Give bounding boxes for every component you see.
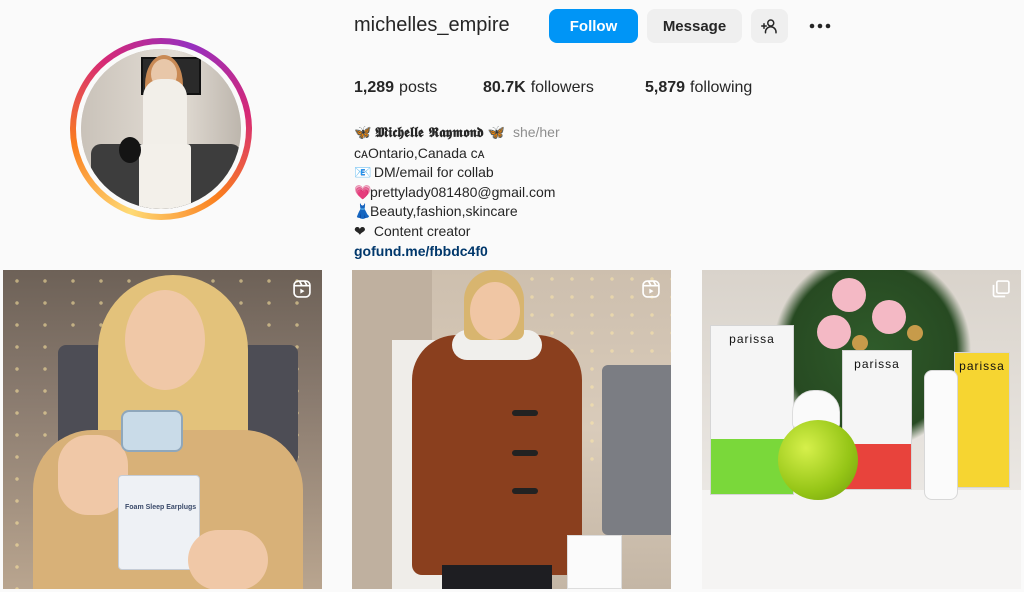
coat — [412, 335, 582, 575]
red-heart-icon: ❤ — [354, 222, 366, 239]
brand-logo: parissa — [959, 359, 1005, 373]
following-stat[interactable]: 5,879 following — [645, 79, 752, 97]
ornament — [852, 335, 868, 351]
add-user-icon — [760, 19, 777, 34]
options-button[interactable] — [800, 9, 840, 43]
following-label: following — [690, 79, 753, 96]
face — [470, 282, 520, 340]
profile-avatar-ring[interactable] — [70, 38, 252, 220]
posts-label: posts — [399, 79, 438, 96]
reel-icon — [293, 280, 311, 298]
earplug-case — [121, 410, 183, 452]
bio-name-row: 🦋 𝕸𝖎𝖈𝖍𝖊𝖑𝖑𝖊 𝕽𝖆𝖞𝖒𝖔𝖓𝖉 🦋 she/her — [354, 123, 560, 144]
pants — [442, 565, 552, 589]
flower — [817, 315, 851, 349]
flower — [832, 278, 866, 312]
avatar-top — [143, 79, 187, 149]
bio-link[interactable]: gofund.me/fbbdc4f0 — [354, 242, 560, 262]
nightstand — [567, 535, 622, 589]
heart-icon: 💗 — [354, 183, 372, 200]
post-tile-2[interactable] — [352, 270, 671, 589]
butterfly-icon: 🦋 — [354, 124, 372, 140]
avatar-skirt — [139, 144, 191, 209]
bio-line-categories: 👗Beauty,fashion,skincare — [354, 202, 560, 222]
roll-on-ball — [778, 420, 858, 500]
followers-count: 80.7K — [483, 79, 526, 96]
product-box: parissa — [954, 352, 1010, 488]
followers-stat[interactable]: 80.7K followers — [483, 79, 594, 97]
table — [702, 490, 1021, 589]
carousel-icon — [992, 280, 1010, 298]
flower — [872, 300, 906, 334]
spray-bottle — [924, 370, 958, 500]
pronouns: she/her — [512, 124, 560, 140]
hand — [188, 530, 268, 589]
brand-logo: parissa — [729, 332, 775, 346]
avatar-border — [76, 44, 246, 214]
coat-toggle — [512, 450, 538, 456]
coat-toggle — [512, 410, 538, 416]
suggested-users-button[interactable] — [751, 9, 788, 43]
username: michelles_empire — [354, 14, 510, 36]
avatar[interactable] — [81, 49, 241, 209]
bio-line-email: 💗prettylady081480@gmail.com — [354, 183, 560, 203]
bio-creator-text: Content creator — [373, 222, 471, 239]
butterfly-icon: 🦋 — [487, 124, 506, 140]
reel-icon — [642, 280, 660, 298]
bio-collab-text: DM/email for collab — [373, 164, 494, 181]
bio-categories-text: Beauty,fashion,skincare — [370, 203, 518, 220]
post-tile-3[interactable]: parissa parissa parissa — [702, 270, 1021, 589]
face — [125, 290, 205, 390]
ornament — [907, 325, 923, 341]
follow-button[interactable]: Follow — [549, 9, 638, 43]
post-tile-1[interactable]: Foam Sleep Earplugs — [3, 270, 322, 589]
display-name: 𝕸𝖎𝖈𝖍𝖊𝖑𝖑𝖊 𝕽𝖆𝖞𝖒𝖔𝖓𝖉 — [375, 125, 484, 141]
brand-logo: parissa — [854, 357, 900, 371]
mail-icon: 📧 — [354, 164, 372, 181]
bio-email-text: prettylady081480@gmail.com — [370, 183, 556, 200]
posts-count: 1,289 — [354, 79, 395, 96]
more-options-icon — [809, 23, 831, 29]
bio-line-collab: 📧 DM/email for collab — [354, 163, 560, 183]
bio-line-creator: ❤ Content creator — [354, 222, 560, 242]
followers-label: followers — [530, 79, 594, 96]
headboard — [602, 365, 671, 535]
product-text: Foam Sleep Earplugs — [125, 504, 197, 511]
dress-icon: 👗 — [354, 203, 372, 220]
message-button[interactable]: Message — [647, 9, 742, 43]
posts-stat: 1,289 posts — [354, 79, 437, 97]
bio: 🦋 𝕸𝖎𝖈𝖍𝖊𝖑𝖑𝖊 𝕽𝖆𝖞𝖒𝖔𝖓𝖉 🦋 she/her ᴄᴀOntario,C… — [354, 123, 560, 261]
following-count: 5,879 — [645, 79, 686, 96]
bio-location: ᴄᴀOntario,Canada ᴄᴀ — [354, 144, 485, 161]
avatar-bag — [119, 137, 141, 163]
coat-toggle — [512, 488, 538, 494]
